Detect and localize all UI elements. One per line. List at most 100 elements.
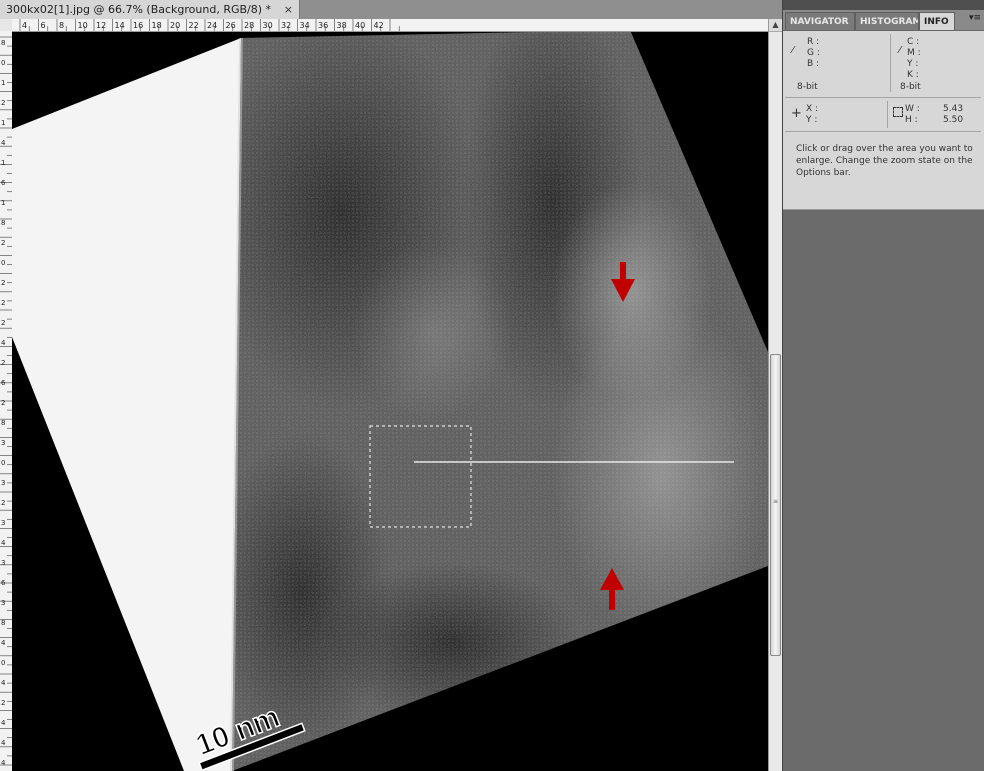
- ruler-label: 38: [337, 21, 347, 30]
- scrollbar-thumb[interactable]: ≡: [770, 354, 781, 656]
- ruler-label: 4: [1, 759, 6, 767]
- r-label: R :: [807, 37, 820, 47]
- tem-image-region: [232, 32, 768, 771]
- ruler-label: 2: [1, 499, 5, 507]
- ruler-label: 3: [1, 519, 5, 527]
- ruler-label: 0: [1, 459, 5, 467]
- ruler-label: 6: [1, 579, 6, 587]
- ruler-label: 4: [1, 679, 6, 687]
- ruler-label: 6: [41, 21, 46, 30]
- panel-menu-icon[interactable]: ▾≡: [969, 13, 981, 23]
- ruler-label: 0: [1, 659, 5, 667]
- height-value: 5.50: [943, 115, 964, 125]
- ruler-label: 18: [152, 21, 162, 30]
- image-canvas[interactable]: 10 nm: [12, 32, 768, 771]
- ruler-label: 2: [1, 299, 5, 307]
- ruler-label: 3: [1, 439, 5, 447]
- ruler-label: 2: [1, 699, 5, 707]
- ruler-label: 1: [1, 199, 5, 207]
- panel-header-strip[interactable]: [783, 0, 984, 10]
- grip-icon: ≡: [773, 498, 779, 505]
- info-hint-text: Click or drag over the area you want to …: [796, 144, 973, 178]
- ruler-label: 0: [1, 59, 5, 67]
- bit-depth-right: 8-bit: [900, 82, 921, 92]
- ruler-label: 3: [1, 559, 5, 567]
- ruler-label: 8: [1, 219, 5, 227]
- ruler-label: 8: [1, 39, 5, 47]
- ruler-label: 4: [1, 639, 6, 647]
- vertical-scrollbar[interactable]: ▲ ≡: [768, 19, 782, 771]
- ruler-label: 34: [300, 21, 310, 30]
- horizontal-ruler[interactable]: 4 6 8 10 12 14 16 18 20 22 24 26 28 30 32 34 36 38 40 42: [12, 19, 768, 32]
- ruler-label: 1: [1, 79, 5, 87]
- ruler-label: 3: [1, 599, 5, 607]
- ruler-label: 4: [1, 739, 6, 747]
- ruler-label: 2: [1, 99, 5, 107]
- ruler-label: 1: [1, 159, 5, 167]
- width-value: 5.43: [943, 104, 964, 114]
- y-label: Y :: [907, 59, 919, 69]
- ruler-label: 6: [1, 179, 6, 187]
- y-position-label: Y :: [806, 115, 818, 125]
- ruler-label: 32: [281, 21, 291, 30]
- ruler-label: 14: [115, 21, 125, 30]
- eyedropper-icon: ⁄: [899, 45, 901, 56]
- document-tab-bar: 300kx02[1].jpg @ 66.7% (Background, RGB/…: [0, 0, 782, 20]
- m-label: M :: [907, 48, 921, 58]
- ruler-label: 4: [1, 139, 6, 147]
- divider: [890, 34, 891, 92]
- ruler-label: 10: [78, 21, 88, 30]
- eyedropper-icon: ⁄: [792, 45, 794, 56]
- ruler-label: 20: [170, 21, 180, 30]
- ruler-label: 8: [1, 619, 5, 627]
- divider: [785, 131, 981, 132]
- x-label: X :: [806, 104, 819, 114]
- divider: [785, 97, 981, 98]
- ruler-label: 4: [1, 539, 6, 547]
- ruler-label: 4: [1, 339, 6, 347]
- ruler-label: 22: [189, 21, 199, 30]
- panel-tab-bar: NAVIGATOR HISTOGRAM INFO ▾≡: [783, 10, 984, 31]
- ruler-label: 16: [133, 21, 143, 30]
- white-region: [12, 38, 241, 771]
- ruler-label: 0: [1, 259, 5, 267]
- ruler-label: 12: [96, 21, 106, 30]
- document-title: 300kx02[1].jpg @ 66.7% (Background, RGB/…: [6, 3, 272, 16]
- ruler-label: 24: [207, 21, 217, 30]
- h-label: H :: [905, 115, 918, 125]
- w-label: W :: [905, 104, 920, 114]
- info-panel: ⁄ ⁄ R : G : B : 8-bit C : M : Y : K : 8-…: [783, 31, 984, 210]
- ruler-label: 3: [1, 479, 5, 487]
- crosshair-icon: +: [791, 106, 802, 121]
- ruler-label: 2: [1, 399, 5, 407]
- selection-size-icon: [893, 107, 903, 117]
- ruler-label: 2: [1, 359, 5, 367]
- ruler-label: 8: [59, 21, 64, 30]
- tab-navigator[interactable]: NAVIGATOR: [785, 12, 855, 30]
- tab-histogram[interactable]: HISTOGRAM: [855, 12, 919, 30]
- ruler-label: 2: [1, 319, 5, 327]
- ruler-label: 6: [1, 379, 6, 387]
- ruler-label: 42: [374, 21, 384, 30]
- ruler-label: 4: [22, 21, 27, 30]
- scroll-up-icon[interactable]: ▲: [769, 19, 782, 32]
- ruler-label: 26: [226, 21, 236, 30]
- ruler-label: 40: [355, 21, 365, 30]
- ruler-label: 28: [244, 21, 254, 30]
- ruler-label: 4: [1, 719, 6, 727]
- b-label: B :: [807, 59, 820, 69]
- ruler-label: 1: [1, 119, 5, 127]
- c-label: C :: [907, 37, 920, 47]
- ruler-label: 36: [318, 21, 328, 30]
- tab-info[interactable]: INFO: [919, 12, 955, 30]
- k-label: K :: [907, 70, 919, 80]
- ruler-label: 2: [1, 239, 5, 247]
- ruler-label: 30: [263, 21, 273, 30]
- document-tab[interactable]: 300kx02[1].jpg @ 66.7% (Background, RGB/…: [0, 0, 300, 19]
- info-panel-dock: NAVIGATOR HISTOGRAM INFO ▾≡ ⁄ ⁄ R : G : …: [782, 0, 984, 771]
- ruler-label: 8: [1, 419, 5, 427]
- close-tab-icon[interactable]: ×: [284, 0, 293, 19]
- divider: [887, 101, 888, 128]
- g-label: G :: [807, 48, 820, 58]
- bit-depth-left: 8-bit: [797, 82, 818, 92]
